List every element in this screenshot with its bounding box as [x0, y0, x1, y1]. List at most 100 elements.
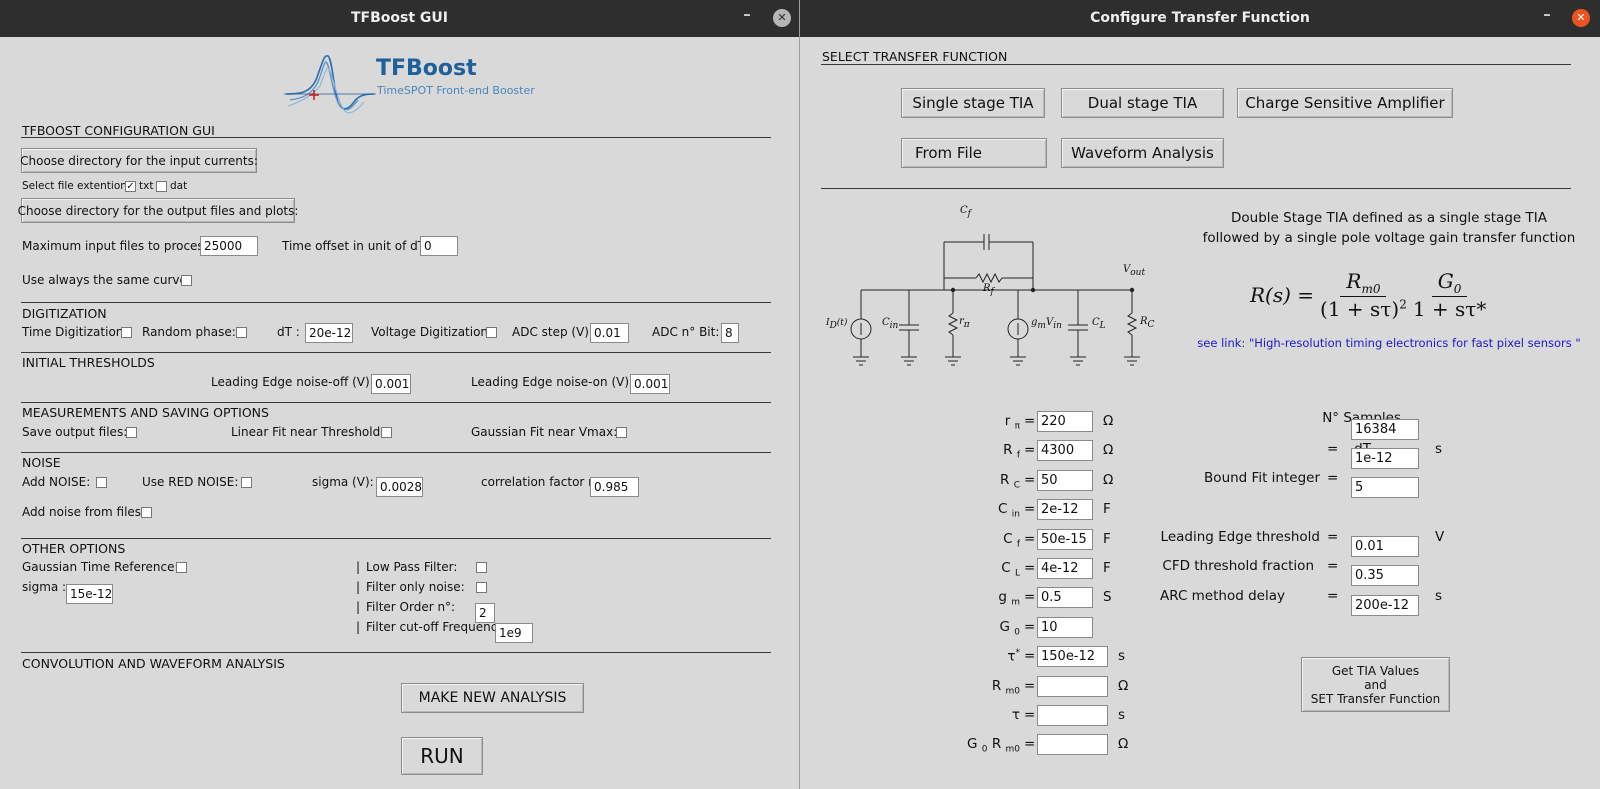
dt-param-equals: =	[1327, 441, 1339, 457]
param-input-tau[interactable]	[1037, 705, 1108, 726]
noise-header: NOISE	[22, 455, 61, 470]
dt-label: dT :	[277, 325, 300, 339]
noise-files-label: Add noise from files:	[22, 505, 146, 519]
param-input-rf[interactable]: 4300	[1037, 440, 1093, 462]
param-row-cin: C in = 2e-12 F	[888, 499, 1188, 523]
adc-bits-input[interactable]: 8	[721, 323, 739, 343]
dt-param-input[interactable]: 1e-12	[1351, 448, 1419, 469]
tfboost-window: TFBoost GUI – ✕ TFBoost TimeSPOT Front-e…	[0, 0, 800, 789]
tfboost-logo-icon	[284, 50, 376, 120]
window-title: TFBoost GUI	[351, 10, 448, 26]
titlebar-tfboost[interactable]: TFBoost GUI – ✕	[0, 0, 799, 37]
thresholds-header: INITIAL THRESHOLDS	[22, 355, 155, 370]
divider	[21, 452, 771, 453]
param-symbol: R C	[1000, 471, 1020, 491]
adc-step-label: ADC step (V):	[512, 325, 594, 339]
param-input-cl[interactable]: 4e-12	[1037, 558, 1093, 579]
param-input-rc[interactable]: 50	[1037, 469, 1093, 491]
noise-sigma-input[interactable]: 0.0028	[376, 477, 423, 497]
gauss-time-ref-label: Gaussian Time Reference:	[22, 560, 179, 574]
time-sigma-input[interactable]: 15e-12	[66, 584, 113, 604]
le-noise-off-input[interactable]: 0.001	[371, 374, 411, 394]
param-equals: =	[1024, 442, 1036, 459]
param-unit: s	[1118, 707, 1126, 723]
param-row-rf: R f = 4300 Ω	[888, 440, 1188, 464]
close-icon[interactable]: ✕	[773, 9, 791, 27]
param-unit: F	[1103, 560, 1111, 576]
linear-fit-checkbox[interactable]	[381, 427, 392, 438]
choose-output-dir-button[interactable]: Choose directory for the output files an…	[18, 198, 298, 223]
param-unit: Ω	[1118, 677, 1129, 694]
cfd-fraction-input[interactable]: 0.35	[1351, 565, 1419, 586]
noise-files-checkbox[interactable]	[141, 507, 152, 518]
tia-parameter-list: r π = 220 Ω R f = 4300 Ω R C = 50 Ω C in = 2e-12 F C f = 5…	[888, 0, 1188, 789]
get-tia-line-2: and	[1364, 677, 1387, 692]
arc-delay-input[interactable]: 200e-12	[1351, 595, 1419, 616]
le-noise-on-input[interactable]: 0.001	[630, 374, 670, 394]
ext-txt-checkbox[interactable]: ✓	[125, 181, 136, 192]
filter-noise-label: Filter only noise:	[366, 580, 465, 594]
charge-sensitive-amplifier-button[interactable]: Charge Sensitive Amplifier	[1237, 88, 1453, 118]
close-icon[interactable]: ✕	[1572, 9, 1590, 27]
dt-input[interactable]: 20e-12	[305, 323, 353, 343]
make-new-analysis-button[interactable]: MAKE NEW ANALYSIS	[401, 683, 584, 713]
param-equals: =	[1024, 648, 1036, 665]
ext-txt-label: txt	[139, 180, 154, 192]
time-digitization-checkbox[interactable]	[121, 327, 132, 338]
param-input-cf[interactable]: 50e-15	[1037, 528, 1093, 550]
random-phase-checkbox[interactable]	[236, 327, 247, 338]
param-equals: =	[1024, 530, 1036, 547]
param-unit: Ω	[1103, 442, 1114, 459]
ext-dat-checkbox[interactable]	[156, 181, 167, 192]
voltage-digitization-checkbox[interactable]	[486, 327, 497, 338]
param-input-r-pi[interactable]: 220	[1037, 411, 1093, 432]
reference-link[interactable]: see link: "High-resolution timing electr…	[1176, 336, 1600, 350]
minimize-icon[interactable]: –	[1536, 5, 1558, 23]
minimize-icon[interactable]: –	[736, 5, 758, 23]
gauss-time-ref-checkbox[interactable]	[176, 562, 187, 573]
param-symbol: g m	[998, 589, 1020, 609]
time-offset-input[interactable]: 0	[420, 236, 458, 256]
transfer-function-window: Configure Transfer Function – ✕ SELECT T…	[800, 0, 1600, 789]
samples-input[interactable]: 16384	[1351, 419, 1419, 440]
add-noise-checkbox[interactable]	[96, 477, 107, 488]
param-input-tau-star[interactable]: 150e-12	[1037, 646, 1108, 668]
filter-noise-checkbox[interactable]	[476, 582, 487, 593]
param-equals: =	[1024, 589, 1036, 606]
convolution-header: CONVOLUTION AND WAVEFORM ANALYSIS	[22, 656, 285, 671]
max-files-input[interactable]: 25000	[200, 236, 258, 256]
param-input-rm0[interactable]	[1037, 675, 1108, 697]
dt-param-unit: s	[1435, 441, 1443, 457]
bound-fit-input[interactable]: 5	[1351, 477, 1419, 498]
le-threshold-input[interactable]: 0.01	[1351, 536, 1419, 557]
red-noise-checkbox[interactable]	[241, 477, 252, 488]
adc-step-input[interactable]: 0.01	[590, 323, 629, 343]
correlation-input[interactable]: 0.985	[590, 477, 639, 497]
param-symbol: τ	[1011, 707, 1020, 723]
same-curve-checkbox[interactable]	[181, 275, 192, 286]
divider	[21, 652, 771, 653]
save-output-checkbox[interactable]	[126, 427, 137, 438]
choose-input-dir-button[interactable]: Choose directory for the input currents:	[20, 148, 258, 173]
low-pass-checkbox[interactable]	[476, 562, 487, 573]
run-button[interactable]: RUN	[401, 737, 483, 775]
param-input-cin[interactable]: 2e-12	[1037, 499, 1093, 521]
param-row-rm0: R m0 = Ω	[888, 675, 1188, 700]
param-input-gm[interactable]: 0.5	[1037, 587, 1093, 609]
get-tia-line-3: SET Transfer Function	[1310, 691, 1441, 706]
param-unit: S	[1103, 589, 1112, 606]
param-equals: =	[1024, 707, 1036, 723]
description-line-1: Double Stage TIA defined as a single sta…	[1231, 210, 1547, 226]
cutoff-input[interactable]: 1e9	[495, 623, 533, 643]
divider	[21, 137, 771, 138]
arc-delay-label: ARC method delay	[1160, 588, 1285, 604]
param-unit: Ω	[1103, 471, 1114, 488]
param-equals: =	[1024, 501, 1036, 518]
file-ext-label: Select file extention:	[22, 180, 131, 192]
get-tia-values-button[interactable]: Get TIA Values and SET Transfer Function	[1301, 657, 1450, 712]
param-input-g0-rm0[interactable]	[1037, 734, 1108, 756]
cfd-fraction-label: CFD threshold fraction	[1162, 558, 1314, 574]
le-noise-on-label: Leading Edge noise-on (V):	[471, 375, 634, 389]
param-input-g0[interactable]: 10	[1037, 616, 1093, 638]
gauss-fit-checkbox[interactable]	[616, 427, 627, 438]
